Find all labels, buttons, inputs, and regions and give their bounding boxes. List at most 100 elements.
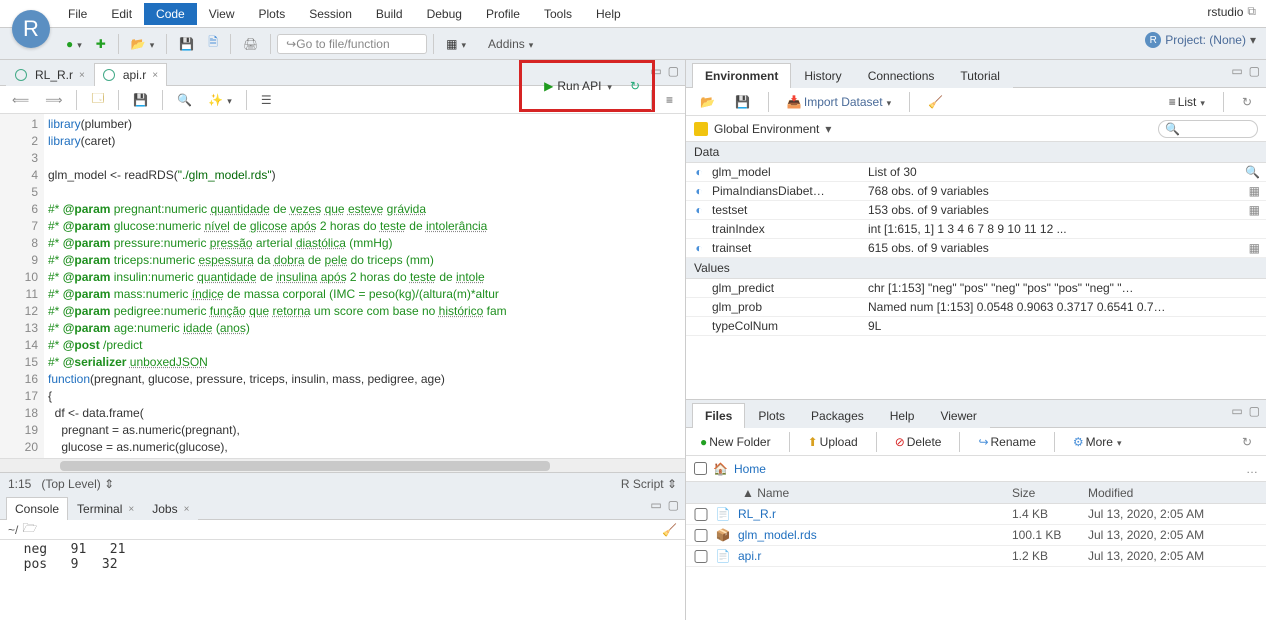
refresh-files-button[interactable]: ↻ (1236, 433, 1258, 451)
reload-button[interactable]: ↻ (624, 77, 646, 95)
files-tab-viewer[interactable]: Viewer (927, 403, 989, 428)
env-scope-selector[interactable]: Global Environment (714, 122, 819, 136)
forward-button[interactable]: ⟹ (39, 91, 68, 109)
project-label[interactable]: Project: (None) (1165, 33, 1246, 47)
files-col-modified[interactable]: Modified (1088, 486, 1258, 500)
minimize-files-icon[interactable]: ▭ (1231, 404, 1242, 418)
menu-tools[interactable]: Tools (532, 3, 584, 25)
run-api-button[interactable]: ▶Run API (538, 77, 618, 95)
console-wd-popup-icon[interactable]: 🗁 (22, 519, 37, 540)
console-tab-terminal[interactable]: Terminal × (68, 497, 143, 520)
new-file-button[interactable]: ● (60, 35, 88, 53)
files-col-name[interactable]: Name (757, 486, 789, 500)
menu-view[interactable]: View (197, 3, 247, 25)
popout-icon[interactable]: ⧉ (1247, 4, 1256, 19)
menu-edit[interactable]: Edit (99, 3, 144, 25)
files-tab-help[interactable]: Help (877, 403, 928, 428)
scope-selector[interactable]: (Top Level) (41, 477, 100, 491)
menu-code[interactable]: Code (144, 3, 197, 25)
grid-button[interactable]: ▦ (440, 35, 472, 53)
new-project-button[interactable]: ✚ (90, 35, 112, 53)
env-search-input[interactable]: 🔍 (1158, 120, 1258, 138)
breadcrumb-home[interactable]: Home (734, 462, 766, 476)
show-in-new-window-button[interactable]: 🗔 (85, 87, 110, 112)
env-tab-tutorial[interactable]: Tutorial (947, 63, 1013, 88)
save-all-button[interactable]: 🗎 (202, 31, 224, 56)
home-icon[interactable]: 🏠 (713, 462, 728, 476)
load-workspace-button[interactable]: 📂 (694, 93, 721, 111)
maximize-env-icon[interactable]: ▢ (1249, 64, 1260, 78)
menu-session[interactable]: Session (297, 3, 364, 25)
select-all-checkbox[interactable] (694, 462, 707, 475)
outline-toggle-button[interactable]: ≡ (660, 91, 679, 109)
save-source-button[interactable]: 💾 (127, 91, 154, 109)
file-row[interactable]: 📄api.r1.2 KBJul 13, 2020, 2:05 AM (686, 546, 1266, 567)
minimize-console-icon[interactable]: ▭ (650, 498, 661, 512)
menu-file[interactable]: File (56, 3, 99, 25)
env-row[interactable]: ◐trainset615 obs. of 9 variables▦ (686, 239, 1266, 258)
env-tab-connections[interactable]: Connections (855, 63, 948, 88)
save-button[interactable]: 💾 (173, 35, 200, 53)
list-view-button[interactable]: ≡ List (1163, 93, 1211, 111)
refresh-env-button[interactable]: ↻ (1236, 93, 1258, 111)
addins-menu[interactable]: Addins (482, 35, 539, 53)
outline-button[interactable]: ☰ (255, 91, 278, 109)
import-dataset-button[interactable]: 📥 Import Dataset (781, 93, 897, 111)
maximize-files-icon[interactable]: ▢ (1249, 404, 1260, 418)
file-row[interactable]: 📄RL_R.r1.4 KBJul 13, 2020, 2:05 AM (686, 504, 1266, 525)
file-checkbox[interactable] (694, 508, 708, 521)
rename-button[interactable]: ↪ Rename (972, 433, 1041, 451)
more-button[interactable]: ⚙ More (1067, 433, 1128, 451)
maximize-console-icon[interactable]: ▢ (668, 498, 679, 512)
clear-console-icon[interactable]: 🧹 (662, 523, 677, 537)
file-row[interactable]: 📦glm_model.rds100.1 KBJul 13, 2020, 2:05… (686, 525, 1266, 546)
save-workspace-button[interactable]: 💾 (729, 93, 756, 111)
console-tab-jobs[interactable]: Jobs × (143, 497, 198, 520)
menu-help[interactable]: Help (584, 3, 633, 25)
menu-profile[interactable]: Profile (474, 3, 532, 25)
file-name[interactable]: RL_R.r (738, 507, 1006, 521)
menu-plots[interactable]: Plots (247, 3, 298, 25)
open-file-button[interactable]: 📂 (125, 35, 160, 53)
file-mode[interactable]: R Script (621, 477, 664, 491)
close-tab-icon[interactable]: × (152, 70, 158, 81)
source-tab[interactable]: api.r × (94, 63, 167, 86)
project-caret-icon[interactable]: ▾ (1250, 33, 1256, 47)
files-tab-files[interactable]: Files (692, 403, 745, 428)
env-tab-environment[interactable]: Environment (692, 63, 791, 88)
console-tab-console[interactable]: Console (6, 497, 68, 520)
file-name[interactable]: api.r (738, 549, 1006, 563)
wand-button[interactable]: ✨ (202, 91, 237, 109)
file-checkbox[interactable] (694, 529, 708, 542)
files-col-size[interactable]: Size (1012, 486, 1082, 500)
menu-debug[interactable]: Debug (415, 3, 474, 25)
source-tab[interactable]: RL_R.r × (6, 63, 94, 86)
file-name[interactable]: glm_model.rds (738, 528, 1006, 542)
find-button[interactable]: 🔍 (171, 91, 198, 109)
file-checkbox[interactable] (694, 550, 708, 563)
files-tab-plots[interactable]: Plots (745, 403, 798, 428)
files-tab-packages[interactable]: Packages (798, 403, 877, 428)
close-tab-icon[interactable]: × (79, 70, 85, 81)
env-row[interactable]: ◐testset153 obs. of 9 variables▦ (686, 201, 1266, 220)
goto-file-input[interactable]: ↪ Go to file/function (277, 34, 427, 54)
env-tab-history[interactable]: History (791, 63, 854, 88)
env-row[interactable]: glm_probNamed num [1:153] 0.0548 0.9063 … (686, 298, 1266, 317)
env-row[interactable]: glm_predictchr [1:153] "neg" "pos" "neg"… (686, 279, 1266, 298)
maximize-pane-icon[interactable]: ▢ (668, 64, 679, 78)
nav-to-dir-button[interactable]: … (1246, 462, 1258, 476)
back-button[interactable]: ⟸ (6, 91, 35, 109)
env-row[interactable]: ◐glm_modelList of 30🔍 (686, 163, 1266, 182)
print-button[interactable]: 🖨 (237, 35, 264, 53)
delete-button[interactable]: ⊘ Delete (889, 433, 948, 451)
menu-build[interactable]: Build (364, 3, 415, 25)
upload-button[interactable]: ⬆ Upload (802, 433, 864, 451)
env-row[interactable]: trainIndexint [1:615, 1] 1 3 4 6 7 8 9 1… (686, 220, 1266, 239)
env-row[interactable]: typeColNum9L (686, 317, 1266, 336)
minimize-env-icon[interactable]: ▭ (1231, 64, 1242, 78)
env-row[interactable]: ◐PimaIndiansDiabet…768 obs. of 9 variabl… (686, 182, 1266, 201)
editor-h-scrollbar[interactable] (0, 458, 685, 472)
new-folder-button[interactable]: ● New Folder (694, 433, 777, 451)
code-editor[interactable]: 1234567891011121314151617181920212223242… (0, 114, 685, 458)
clear-env-button[interactable]: 🧹 (922, 93, 949, 111)
